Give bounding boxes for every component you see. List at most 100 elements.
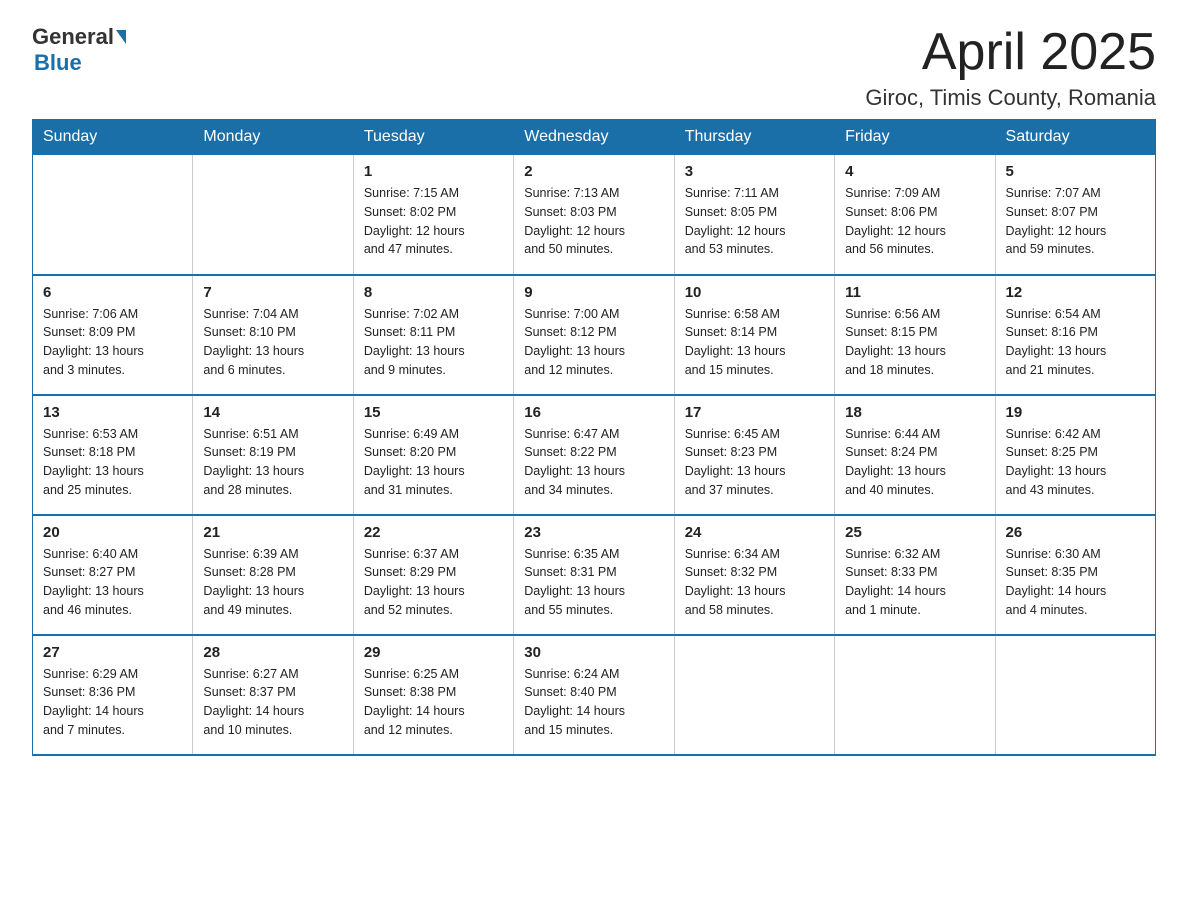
day-info: Sunrise: 6:25 AM Sunset: 8:38 PM Dayligh… <box>364 665 503 740</box>
day-number: 1 <box>364 163 503 180</box>
day-number: 18 <box>845 404 984 421</box>
day-number: 14 <box>203 404 342 421</box>
day-number: 17 <box>685 404 824 421</box>
calendar-cell: 12 Sunrise: 6:54 AM Sunset: 8:16 PM Dayli… <box>995 275 1155 395</box>
calendar-cell: 10 Sunrise: 6:58 AM Sunset: 8:14 PM Dayli… <box>674 275 834 395</box>
day-number: 22 <box>364 524 503 541</box>
logo-triangle-icon <box>116 30 126 44</box>
calendar-cell: 9 Sunrise: 7:00 AM Sunset: 8:12 PM Daylig… <box>514 275 674 395</box>
calendar-table: SundayMondayTuesdayWednesdayThursdayFrid… <box>32 119 1156 756</box>
col-header-wednesday: Wednesday <box>514 120 674 155</box>
calendar-cell: 2Sunrise: 7:13 AM Sunset: 8:03 PM Daylig… <box>514 155 674 275</box>
day-number: 20 <box>43 524 182 541</box>
day-info: Sunrise: 7:00 AM Sunset: 8:12 PM Dayligh… <box>524 305 663 380</box>
col-header-saturday: Saturday <box>995 120 1155 155</box>
title-block: April 2025 Giroc, Timis County, Romania <box>865 24 1156 111</box>
day-number: 9 <box>524 284 663 301</box>
day-number: 5 <box>1006 163 1145 180</box>
day-info: Sunrise: 7:09 AM Sunset: 8:06 PM Dayligh… <box>845 184 984 259</box>
logo: General Blue <box>32 24 128 76</box>
day-info: Sunrise: 6:24 AM Sunset: 8:40 PM Dayligh… <box>524 665 663 740</box>
day-info: Sunrise: 6:39 AM Sunset: 8:28 PM Dayligh… <box>203 545 342 620</box>
col-header-thursday: Thursday <box>674 120 834 155</box>
day-number: 12 <box>1006 284 1145 301</box>
day-info: Sunrise: 7:11 AM Sunset: 8:05 PM Dayligh… <box>685 184 824 259</box>
day-number: 2 <box>524 163 663 180</box>
calendar-cell: 24Sunrise: 6:34 AM Sunset: 8:32 PM Dayli… <box>674 515 834 635</box>
calendar-cell: 15 Sunrise: 6:49 AM Sunset: 8:20 PM Dayli… <box>353 395 513 515</box>
day-info: Sunrise: 6:30 AM Sunset: 8:35 PM Dayligh… <box>1006 545 1145 620</box>
day-number: 28 <box>203 644 342 661</box>
month-title: April 2025 <box>865 24 1156 81</box>
calendar-cell: 30 Sunrise: 6:24 AM Sunset: 8:40 PM Dayli… <box>514 635 674 755</box>
calendar-header-row: SundayMondayTuesdayWednesdayThursdayFrid… <box>33 120 1156 155</box>
col-header-monday: Monday <box>193 120 353 155</box>
day-info: Sunrise: 6:47 AM Sunset: 8:22 PM Dayligh… <box>524 425 663 500</box>
logo-general-text: General <box>32 24 114 50</box>
day-info: Sunrise: 7:06 AM Sunset: 8:09 PM Dayligh… <box>43 305 182 380</box>
calendar-cell: 14 Sunrise: 6:51 AM Sunset: 8:19 PM Dayli… <box>193 395 353 515</box>
calendar-cell: 22 Sunrise: 6:37 AM Sunset: 8:29 PM Dayli… <box>353 515 513 635</box>
day-number: 10 <box>685 284 824 301</box>
day-info: Sunrise: 6:34 AM Sunset: 8:32 PM Dayligh… <box>685 545 824 620</box>
day-info: Sunrise: 6:29 AM Sunset: 8:36 PM Dayligh… <box>43 665 182 740</box>
calendar-cell: 26Sunrise: 6:30 AM Sunset: 8:35 PM Dayli… <box>995 515 1155 635</box>
calendar-cell <box>674 635 834 755</box>
day-number: 27 <box>43 644 182 661</box>
day-info: Sunrise: 6:54 AM Sunset: 8:16 PM Dayligh… <box>1006 305 1145 380</box>
day-number: 3 <box>685 163 824 180</box>
calendar-cell <box>193 155 353 275</box>
calendar-cell <box>835 635 995 755</box>
day-info: Sunrise: 6:45 AM Sunset: 8:23 PM Dayligh… <box>685 425 824 500</box>
calendar-cell: 6 Sunrise: 7:06 AM Sunset: 8:09 PM Daylig… <box>33 275 193 395</box>
day-info: Sunrise: 6:51 AM Sunset: 8:19 PM Dayligh… <box>203 425 342 500</box>
page-header: General Blue April 2025 Giroc, Timis Cou… <box>32 24 1156 111</box>
calendar-cell: 29 Sunrise: 6:25 AM Sunset: 8:38 PM Dayli… <box>353 635 513 755</box>
calendar-cell: 23 Sunrise: 6:35 AM Sunset: 8:31 PM Dayli… <box>514 515 674 635</box>
calendar-cell: 3 Sunrise: 7:11 AM Sunset: 8:05 PM Daylig… <box>674 155 834 275</box>
day-info: Sunrise: 7:15 AM Sunset: 8:02 PM Dayligh… <box>364 184 503 259</box>
day-number: 29 <box>364 644 503 661</box>
day-number: 6 <box>43 284 182 301</box>
calendar-cell <box>33 155 193 275</box>
day-number: 25 <box>845 524 984 541</box>
calendar-cell: 25 Sunrise: 6:32 AM Sunset: 8:33 PM Dayli… <box>835 515 995 635</box>
calendar-cell: 20 Sunrise: 6:40 AM Sunset: 8:27 PM Dayli… <box>33 515 193 635</box>
col-header-sunday: Sunday <box>33 120 193 155</box>
day-info: Sunrise: 6:35 AM Sunset: 8:31 PM Dayligh… <box>524 545 663 620</box>
day-number: 21 <box>203 524 342 541</box>
logo-blue-text: Blue <box>34 50 82 75</box>
day-number: 30 <box>524 644 663 661</box>
day-info: Sunrise: 6:37 AM Sunset: 8:29 PM Dayligh… <box>364 545 503 620</box>
col-header-friday: Friday <box>835 120 995 155</box>
calendar-week-4: 20 Sunrise: 6:40 AM Sunset: 8:27 PM Dayli… <box>33 515 1156 635</box>
day-number: 13 <box>43 404 182 421</box>
day-number: 15 <box>364 404 503 421</box>
day-number: 23 <box>524 524 663 541</box>
day-info: Sunrise: 6:53 AM Sunset: 8:18 PM Dayligh… <box>43 425 182 500</box>
day-info: Sunrise: 6:58 AM Sunset: 8:14 PM Dayligh… <box>685 305 824 380</box>
day-number: 7 <box>203 284 342 301</box>
day-info: Sunrise: 6:32 AM Sunset: 8:33 PM Dayligh… <box>845 545 984 620</box>
location-subtitle: Giroc, Timis County, Romania <box>865 85 1156 111</box>
calendar-week-5: 27 Sunrise: 6:29 AM Sunset: 8:36 PM Dayli… <box>33 635 1156 755</box>
day-number: 8 <box>364 284 503 301</box>
col-header-tuesday: Tuesday <box>353 120 513 155</box>
calendar-cell: 7 Sunrise: 7:04 AM Sunset: 8:10 PM Daylig… <box>193 275 353 395</box>
calendar-cell: 17 Sunrise: 6:45 AM Sunset: 8:23 PM Dayli… <box>674 395 834 515</box>
day-info: Sunrise: 7:04 AM Sunset: 8:10 PM Dayligh… <box>203 305 342 380</box>
calendar-week-1: 1 Sunrise: 7:15 AM Sunset: 8:02 PM Daylig… <box>33 155 1156 275</box>
day-number: 4 <box>845 163 984 180</box>
day-info: Sunrise: 6:44 AM Sunset: 8:24 PM Dayligh… <box>845 425 984 500</box>
calendar-cell: 21 Sunrise: 6:39 AM Sunset: 8:28 PM Dayli… <box>193 515 353 635</box>
calendar-cell: 16 Sunrise: 6:47 AM Sunset: 8:22 PM Dayli… <box>514 395 674 515</box>
day-info: Sunrise: 6:49 AM Sunset: 8:20 PM Dayligh… <box>364 425 503 500</box>
calendar-cell: 13 Sunrise: 6:53 AM Sunset: 8:18 PM Dayli… <box>33 395 193 515</box>
day-info: Sunrise: 6:56 AM Sunset: 8:15 PM Dayligh… <box>845 305 984 380</box>
day-number: 19 <box>1006 404 1145 421</box>
day-info: Sunrise: 6:40 AM Sunset: 8:27 PM Dayligh… <box>43 545 182 620</box>
calendar-cell <box>995 635 1155 755</box>
calendar-week-2: 6 Sunrise: 7:06 AM Sunset: 8:09 PM Daylig… <box>33 275 1156 395</box>
day-number: 16 <box>524 404 663 421</box>
calendar-cell: 4 Sunrise: 7:09 AM Sunset: 8:06 PM Daylig… <box>835 155 995 275</box>
